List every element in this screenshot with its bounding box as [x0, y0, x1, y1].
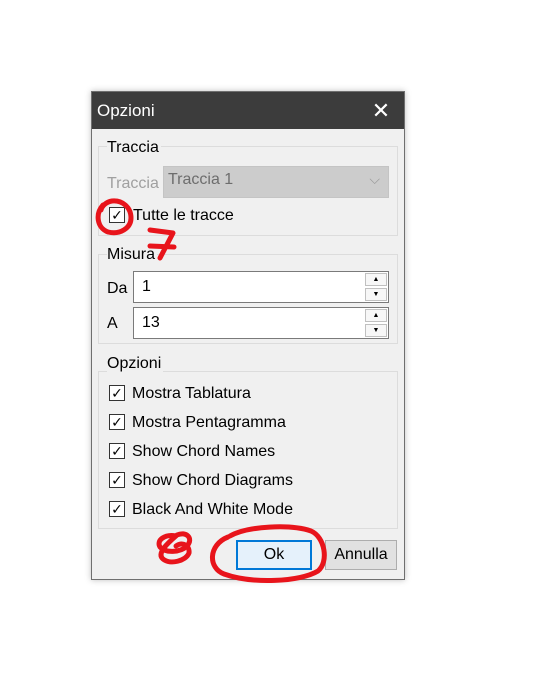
check-icon: ✓ — [111, 414, 123, 430]
ok-button[interactable]: Ok — [236, 540, 312, 570]
close-icon[interactable]: ✕ — [358, 92, 404, 129]
misura-group-label: Misura — [107, 246, 158, 264]
traccia-group-label: Traccia — [107, 139, 161, 157]
show-staff-checkbox[interactable]: ✓ — [109, 414, 125, 430]
to-decrement-icon[interactable]: ▼ — [365, 324, 387, 337]
track-dropdown-value: Traccia 1 — [168, 171, 234, 188]
to-increment-icon[interactable]: ▲ — [365, 309, 387, 322]
to-measure-stepper[interactable]: 13 ▲ ▼ — [133, 307, 389, 339]
show-chord-names-checkbox[interactable]: ✓ — [109, 443, 125, 459]
show-chord-diagrams-label[interactable]: Show Chord Diagrams — [132, 472, 293, 490]
check-icon: ✓ — [111, 472, 123, 488]
from-measure-stepper[interactable]: 1 ▲ ▼ — [133, 271, 389, 303]
to-measure-value[interactable]: 13 — [142, 314, 160, 332]
display-options-group-label: Opzioni — [107, 355, 164, 373]
black-white-mode-label[interactable]: Black And White Mode — [132, 501, 293, 519]
check-icon: ✓ — [111, 385, 123, 401]
show-chord-diagrams-checkbox[interactable]: ✓ — [109, 472, 125, 488]
track-dropdown[interactable]: Traccia 1 ⌵ — [163, 166, 389, 198]
dialog-title: Opzioni — [97, 101, 155, 120]
show-tablature-checkbox[interactable]: ✓ — [109, 385, 125, 401]
from-increment-icon[interactable]: ▲ — [365, 273, 387, 286]
cancel-button[interactable]: Annulla — [325, 540, 397, 570]
check-icon: ✓ — [111, 207, 123, 223]
options-dialog: Opzioni ✕ Traccia Traccia Traccia 1 ⌵ ✓ … — [91, 91, 405, 580]
track-label: Traccia — [107, 175, 159, 192]
show-tablature-label[interactable]: Mostra Tablatura — [132, 385, 251, 403]
show-chord-names-label[interactable]: Show Chord Names — [132, 443, 275, 461]
check-icon: ✓ — [111, 501, 123, 517]
to-label: A — [107, 315, 118, 332]
from-decrement-icon[interactable]: ▼ — [365, 288, 387, 301]
check-icon: ✓ — [111, 443, 123, 459]
chevron-down-icon: ⌵ — [369, 171, 380, 187]
from-measure-value[interactable]: 1 — [142, 278, 151, 296]
black-white-mode-checkbox[interactable]: ✓ — [109, 501, 125, 517]
show-staff-label[interactable]: Mostra Pentagramma — [132, 414, 286, 432]
from-label: Da — [107, 280, 128, 297]
title-bar: Opzioni ✕ — [92, 92, 404, 129]
all-tracks-label[interactable]: Tutte le tracce — [133, 207, 234, 225]
all-tracks-checkbox[interactable]: ✓ — [109, 207, 125, 223]
